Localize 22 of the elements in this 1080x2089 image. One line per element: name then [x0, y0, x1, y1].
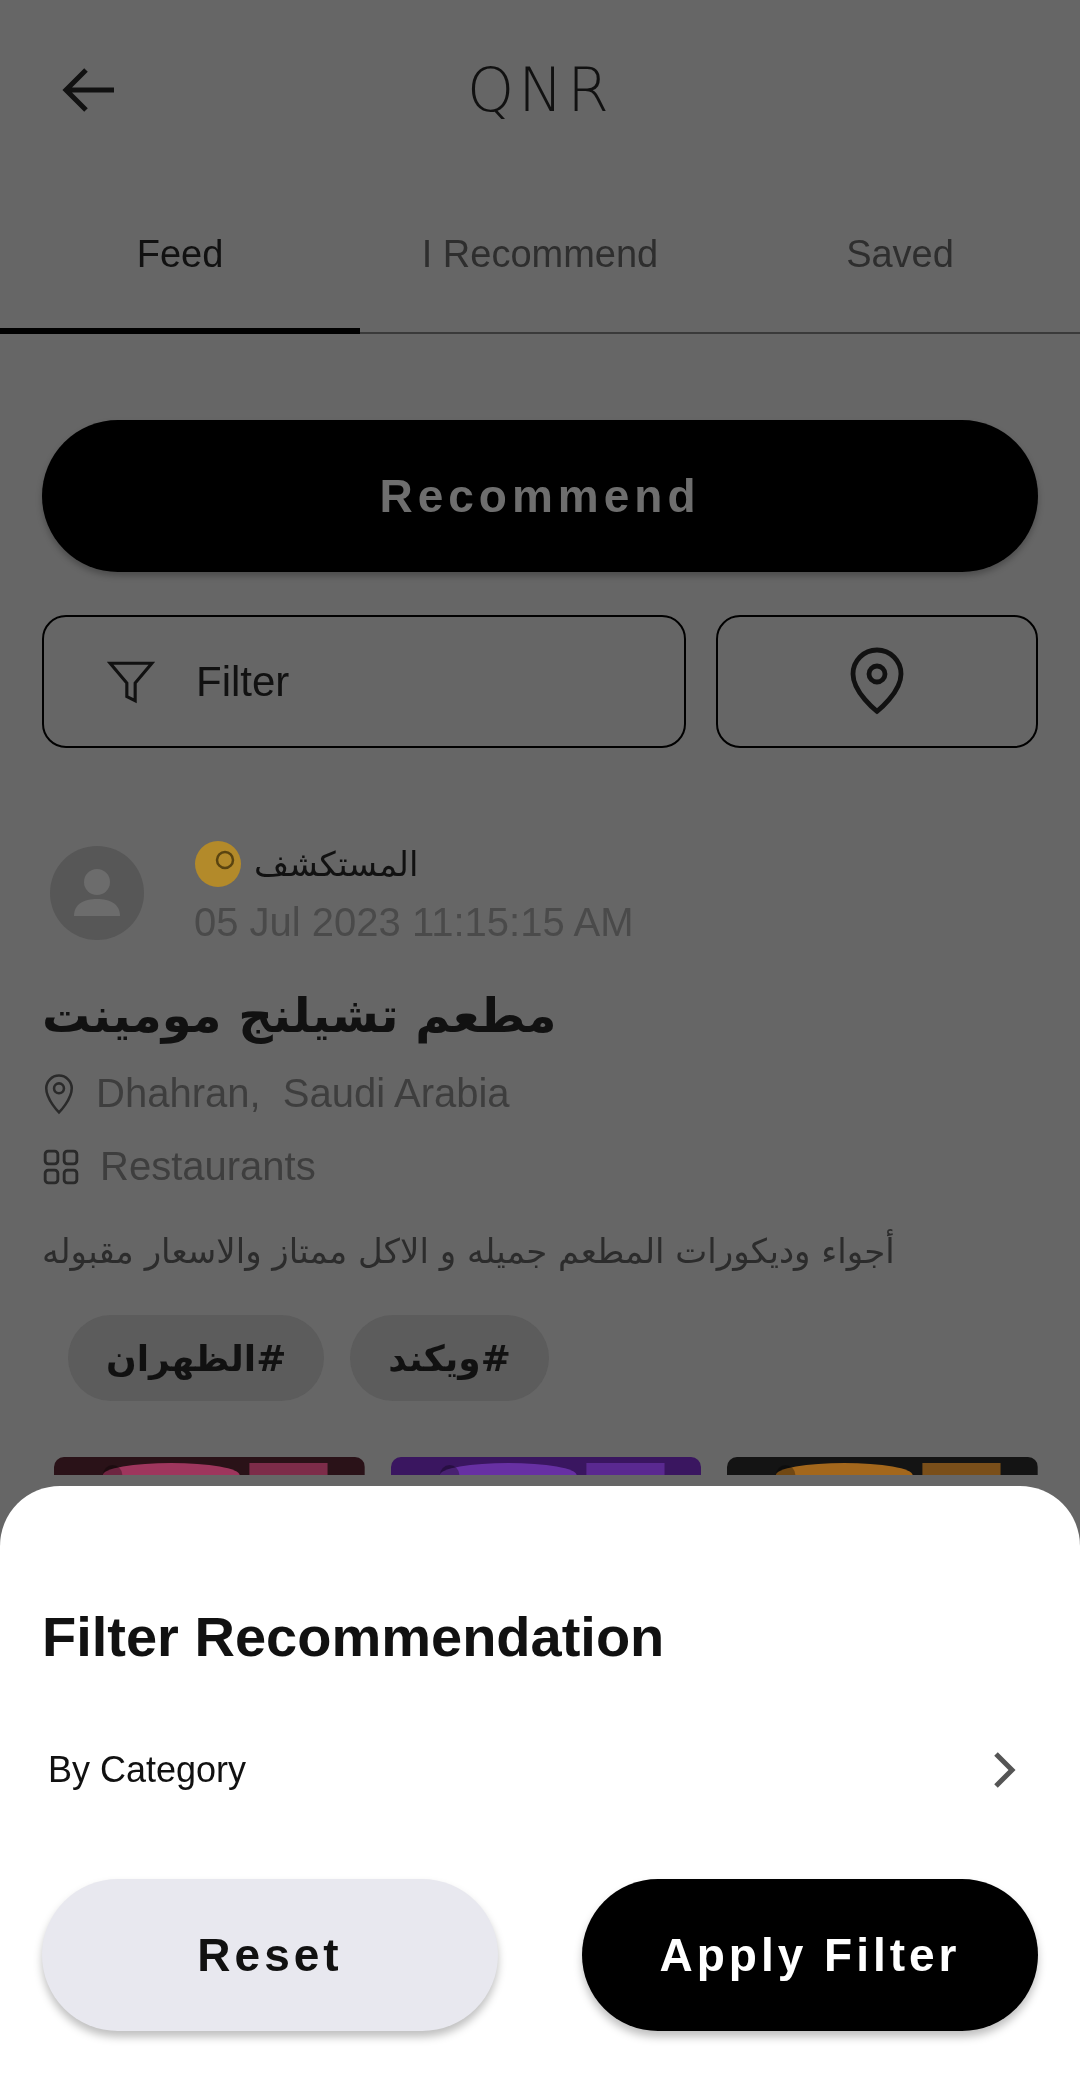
- apply-button[interactable]: Apply Filter: [582, 1879, 1038, 2031]
- filter-button[interactable]: Filter: [42, 615, 686, 748]
- reset-button[interactable]: Reset: [42, 1879, 498, 2031]
- recommend-button[interactable]: Recommend: [42, 420, 1038, 572]
- chevron-right-icon: [992, 1750, 1016, 1790]
- back-arrow-icon[interactable]: [60, 66, 116, 114]
- location-pin-icon: [42, 1071, 76, 1116]
- option-label: By Category: [48, 1749, 247, 1791]
- tab[interactable]: I Recommend: [360, 180, 720, 334]
- grid-icon: [42, 1147, 80, 1186]
- emoji-icon: [194, 840, 242, 888]
- hashtag[interactable]: #ويكند: [350, 1315, 549, 1401]
- sheet-title: Filter Recommendation: [42, 1604, 665, 1669]
- place-title: مطعم تشيلنج مومينت: [42, 987, 557, 1043]
- tab[interactable]: Feed: [0, 180, 360, 334]
- location-button[interactable]: [716, 615, 1038, 748]
- post-description: أجواء وديكورات المطعم جميله و الاكل ممتاز والاسعار مقبوله: [42, 1231, 895, 1271]
- hashtag[interactable]: #الظهران: [68, 1315, 325, 1401]
- category-option[interactable]: By Category: [42, 1749, 1038, 1791]
- tab[interactable]: Saved: [720, 180, 1080, 334]
- username: المستكشف: [254, 844, 419, 884]
- app-logo: QNR: [467, 55, 613, 125]
